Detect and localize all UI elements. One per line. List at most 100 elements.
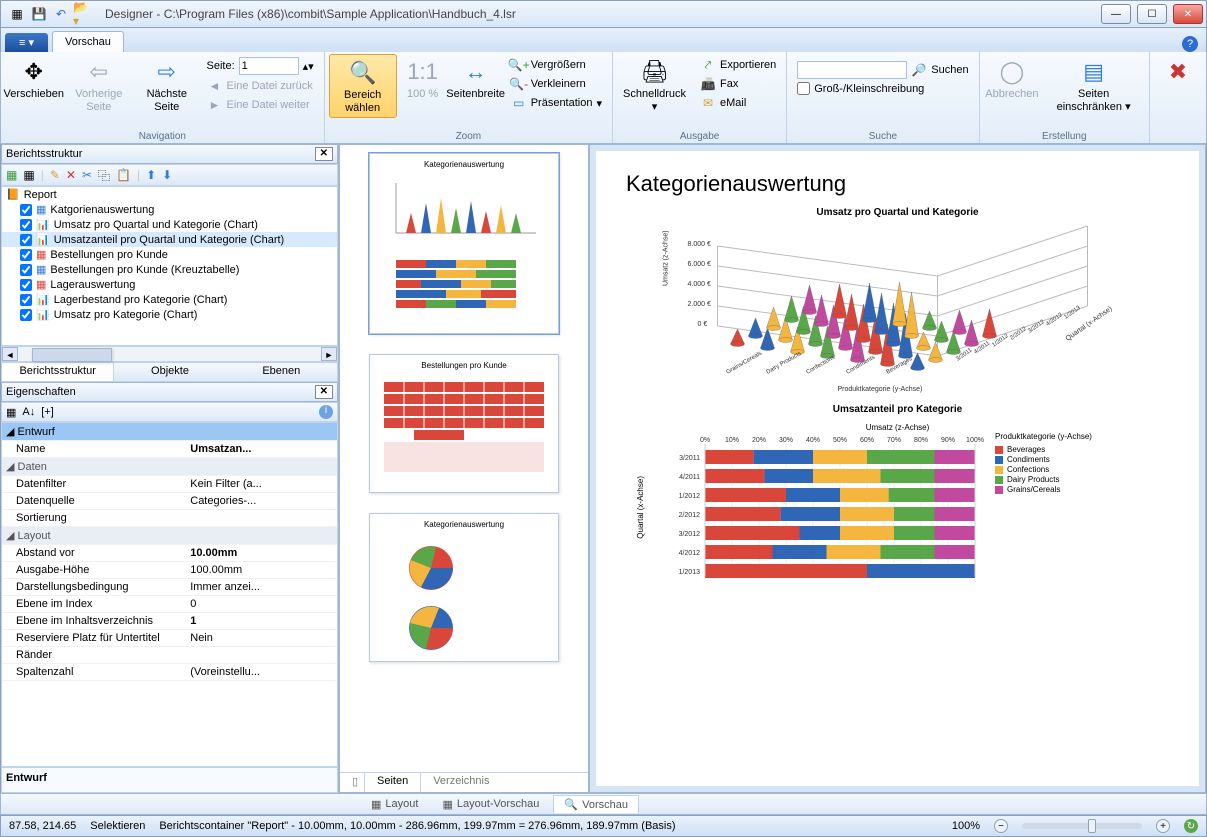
viewtab-layout[interactable]: ▦ Layout [361, 796, 428, 813]
qat-menu-icon[interactable]: ▦ [7, 4, 27, 24]
move-up-icon[interactable]: ⬆ [146, 168, 156, 182]
tree-item[interactable]: ▦ Bestellungen pro Kunde [2, 247, 337, 262]
property-row[interactable]: NameUmsatzan... [2, 441, 337, 458]
email-button[interactable]: ✉eMail [698, 94, 778, 112]
prop-cat-icon[interactable]: ▦ [6, 406, 16, 419]
tree-item[interactable]: ▦ Katgorienauswertung [2, 202, 337, 217]
preview-area[interactable]: Kategorienauswertung Umsatz pro Quartal … [589, 144, 1206, 793]
property-row[interactable]: ◢ Daten [2, 458, 337, 476]
search-input[interactable] [797, 61, 907, 79]
naechste-seite-button[interactable]: ⇨Nächste Seite [135, 54, 198, 116]
thumbnail-scroll[interactable]: Kategorienauswertung [340, 145, 588, 772]
property-row[interactable]: Ebene im Inhaltsverzeichnis1 [2, 613, 337, 630]
thumb-page-3[interactable]: Kategorienauswertung [369, 513, 559, 662]
property-row[interactable]: Ebene im Index0 [2, 596, 337, 613]
zoom-in-button[interactable]: + [1156, 819, 1170, 833]
tree-item[interactable]: 📊 Umsatz pro Kategorie (Chart) [2, 307, 337, 322]
move-down-icon[interactable]: ⬇ [162, 168, 172, 182]
property-row[interactable]: Ausgabe-Höhe100.00mm [2, 562, 337, 579]
thumb-page-1[interactable]: Kategorienauswertung [369, 153, 559, 334]
tree-item[interactable]: 📊 Lagerbestand pro Kategorie (Chart) [2, 292, 337, 307]
zoom-slider[interactable] [1022, 823, 1142, 829]
zoom-out-button[interactable]: − [994, 819, 1008, 833]
save-icon[interactable]: 💾 [29, 4, 49, 24]
svg-text:80%: 80% [914, 437, 928, 444]
prop-az-icon[interactable]: A↓ [22, 406, 35, 418]
seiten-einschraenken-button[interactable]: ▤Seiten einschränken ▾ [1042, 54, 1145, 116]
cut-icon[interactable]: ✂ [82, 168, 92, 182]
tree-item[interactable]: 📊 Umsatzanteil pro Quartal und Kategorie… [2, 232, 337, 247]
case-sensitive-checkbox[interactable]: Groß-/Kleinschreibung [795, 81, 970, 96]
property-row[interactable]: DatenquelleCategories-... [2, 493, 337, 510]
tree-root[interactable]: 📙 Report [2, 187, 337, 202]
status-coords: 87.58, 214.65 [9, 820, 76, 832]
property-row[interactable]: Reserviere Platz für UntertitelNein [2, 630, 337, 647]
property-row[interactable]: Ränder [2, 647, 337, 664]
tree-item[interactable]: 📊 Umsatz pro Quartal und Kategorie (Char… [2, 217, 337, 232]
tab-vorschau[interactable]: Vorschau [52, 31, 124, 52]
viewtab-vorschau[interactable]: 🔍 Vorschau [553, 795, 639, 813]
page-stepper[interactable]: ▴▾ [303, 60, 314, 73]
property-row[interactable]: DatenfilterKein Filter (a... [2, 476, 337, 493]
edit-icon[interactable]: ✎ [50, 168, 60, 182]
property-row[interactable]: Abstand vor10.00mm [2, 545, 337, 562]
status-bar: 87.58, 214.65 Selektieren Berichtscontai… [0, 815, 1207, 837]
zoom-100-button[interactable]: 1:1100 % [399, 54, 447, 103]
property-row[interactable]: ◢ Layout [2, 527, 337, 545]
add-icon[interactable]: ▦ [6, 168, 17, 182]
title-bar: ▦ 💾 ↶ 📂▾ Designer - C:\Program Files (x8… [0, 0, 1207, 28]
verkleinern-button[interactable]: 🔍-Verkleinern [509, 75, 604, 93]
structure-close-button[interactable]: ✕ [315, 147, 333, 161]
schnelldruck-button[interactable]: 🖨Schnelldruck▾ [617, 54, 692, 116]
add2-icon[interactable]: ▦ [23, 168, 34, 182]
subtab-objekte[interactable]: Objekte [114, 363, 225, 381]
minimize-button[interactable]: — [1101, 4, 1131, 24]
vergroessern-button[interactable]: 🔍+Vergrößern [509, 56, 604, 74]
thumb-page-2[interactable]: Bestellungen pro Kunde [369, 354, 559, 493]
verschieben-button[interactable]: ✥Verschieben [5, 54, 63, 103]
subtab-ebenen[interactable]: Ebenen [226, 363, 337, 381]
suchen-button[interactable]: Suchen [931, 64, 968, 76]
structure-toolbar: ▦ ▦ | ✎ ✕ ✂ ⿻ 📋 | ⬆ ⬇ [1, 164, 338, 186]
bereich-waehlen-button[interactable]: 🔍Bereich wählen [329, 54, 397, 118]
datei-zurueck-button[interactable]: ◄Eine Datei zurück [205, 77, 316, 95]
chart-3d-cones: 8.000 €6.000 €4.000 €2.000 €0 € Umsatz (… [646, 226, 1149, 396]
prop-info-icon[interactable]: i [319, 405, 333, 419]
datei-weiter-button[interactable]: ►Eine Datei weiter [205, 96, 316, 114]
properties-close-button[interactable]: ✕ [315, 385, 333, 399]
property-row[interactable]: DarstellungsbedingungImmer anzei... [2, 579, 337, 596]
svg-text:8.000 €: 8.000 € [688, 241, 711, 248]
page-title: Kategorienauswertung [626, 171, 1169, 197]
thumb-tab-seiten[interactable]: Seiten [364, 772, 421, 792]
help-icon[interactable]: ? [1182, 36, 1198, 52]
viewtab-layout-vorschau[interactable]: ▦ Layout-Vorschau [432, 796, 549, 813]
praesentation-button[interactable]: ▭Präsentation ▾ [509, 94, 604, 112]
open-icon[interactable]: 📂▾ [73, 4, 93, 24]
fax-button[interactable]: 📠Fax [698, 75, 778, 93]
abbrechen-button[interactable]: ◯Abbrechen [984, 54, 1041, 103]
view-tabs: ▦ Layout ▦ Layout-Vorschau 🔍 Vorschau [0, 793, 1207, 815]
tree-item[interactable]: ▦ Bestellungen pro Kunde (Kreuztabelle) [2, 262, 337, 277]
copy-icon[interactable]: ⿻ [98, 167, 110, 184]
maximize-button[interactable]: ☐ [1137, 4, 1167, 24]
close-button[interactable]: ✕ [1173, 4, 1203, 24]
tree-h-scrollbar[interactable]: ◄► [1, 346, 338, 362]
property-row[interactable]: Spaltenzahl(Voreinstellu... [2, 664, 337, 681]
undo-icon[interactable]: ↶ [51, 4, 71, 24]
thumb-chart2-icon [376, 255, 552, 325]
report-tree[interactable]: 📙 Report ▦ Katgorienauswertung 📊 Umsatz … [1, 186, 338, 346]
vorherige-seite-button[interactable]: ⇦Vorherige Seite [65, 54, 134, 116]
page-number-input[interactable] [239, 57, 299, 75]
paste-icon[interactable]: 📋 [116, 168, 131, 182]
file-menu-button[interactable]: ≡ ▾ [5, 33, 48, 52]
exportieren-button[interactable]: ⤤Exportieren [698, 56, 778, 74]
property-row[interactable]: Sortierung [2, 510, 337, 527]
seitenbreite-button[interactable]: ↔Seitenbreite [449, 54, 503, 103]
delete-icon[interactable]: ✕ [66, 168, 76, 182]
druckvorschau-schliessen-button[interactable]: ✖ [1154, 54, 1202, 90]
prop-expand-icon[interactable]: [+] [41, 406, 54, 418]
tree-item[interactable]: ▦ Lagerauswertung [2, 277, 337, 292]
subtab-berichtsstruktur[interactable]: Berichtsstruktur [2, 363, 114, 381]
status-ok-icon[interactable]: ↻ [1184, 819, 1198, 833]
thumb-tab-verzeichnis[interactable]: Verzeichnis [421, 773, 501, 792]
